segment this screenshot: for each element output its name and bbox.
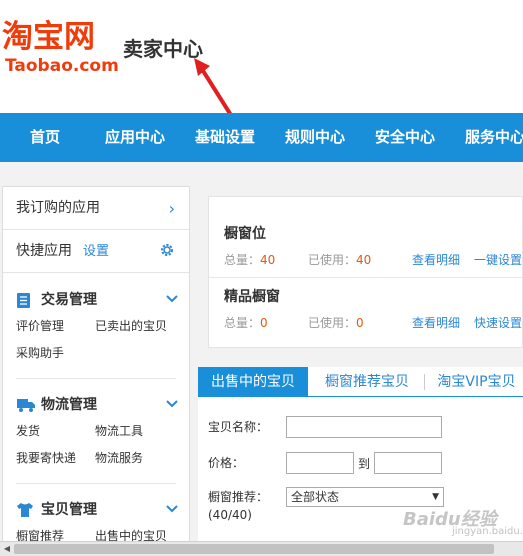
subscribed-apps-row[interactable]: 我订购的应用 ›: [3, 187, 189, 230]
section-divider: [16, 483, 176, 484]
trade-management-header[interactable]: 交易管理: [16, 289, 186, 311]
showcase-slot-oneclick-link[interactable]: 一键设置: [474, 252, 522, 268]
nav-service-center[interactable]: 服务中心: [465, 113, 523, 162]
tab-vip-items[interactable]: 淘宝VIP宝贝: [430, 367, 523, 397]
premium-showcase-title: 精品橱窗: [224, 289, 280, 305]
logistics-management-title: 物流管理: [41, 397, 97, 413]
nav-rules-center[interactable]: 规则中心: [285, 113, 345, 162]
chevron-down-icon: [166, 400, 178, 408]
showcase-slot-detail-link[interactable]: 查看明细: [412, 252, 460, 268]
horizontal-scrollbar[interactable]: ◀: [0, 541, 523, 556]
price-to-label: 到: [358, 457, 371, 471]
quick-apps-row: 快捷应用 设置: [3, 230, 189, 273]
showcase-slot-total: 总量：40: [224, 253, 276, 267]
nav-basic-settings[interactable]: 基础设置: [195, 113, 255, 162]
baidu-watermark-url: jingyan.baidu.com: [452, 526, 523, 537]
chevron-down-icon: [166, 505, 178, 513]
sidebar-link-logistics-service[interactable]: 物流服务: [95, 450, 143, 466]
premium-showcase-used: 已使用：0: [308, 316, 364, 330]
item-tabs: 出售中的宝贝 橱窗推荐宝贝 淘宝VIP宝贝: [198, 367, 523, 397]
sidebar-link-ship[interactable]: 发货: [16, 423, 40, 439]
showcase-slot-used: 已使用：40: [308, 253, 372, 267]
showcase-summary-card: 橱窗位 总量：40 已使用：40 查看明细 一键设置 精品橱窗 总量：0 已使用…: [208, 196, 523, 348]
main-nav: 首页 应用中心 基础设置 规则中心 安全中心 服务中心: [0, 113, 523, 162]
showcase-status-select[interactable]: 全部状态 ▼: [286, 487, 444, 507]
sidebar-link-reviews[interactable]: 评价管理: [16, 318, 64, 334]
card-divider: [209, 277, 523, 278]
sidebar-link-logistics-tools[interactable]: 物流工具: [95, 423, 143, 439]
document-list-icon: [17, 293, 30, 308]
dropdown-caret-icon: ▼: [432, 492, 439, 502]
taobao-logo-cn[interactable]: 淘宝网: [2, 18, 95, 56]
gear-icon[interactable]: [159, 242, 175, 258]
sidebar-link-sold-items[interactable]: 已卖出的宝贝: [95, 318, 167, 334]
premium-showcase-quick-link[interactable]: 快速设置: [474, 315, 522, 331]
nav-app-center[interactable]: 应用中心: [105, 113, 165, 162]
showcase-filter-label: 橱窗推荐：: [208, 490, 269, 504]
nav-home[interactable]: 首页: [30, 113, 60, 162]
price-min-input[interactable]: [286, 452, 354, 474]
premium-showcase-detail-link[interactable]: 查看明细: [412, 315, 460, 331]
tab-items-on-sale[interactable]: 出售中的宝贝: [198, 367, 308, 397]
site-header: 淘宝网 Taobao.com 卖家中心: [0, 0, 523, 122]
taobao-logo-en[interactable]: Taobao.com: [5, 56, 119, 76]
tab-showcase-recommended[interactable]: 橱窗推荐宝贝: [314, 367, 420, 397]
premium-showcase-total: 总量：0: [224, 316, 268, 330]
quick-apps-label: 快捷应用: [16, 243, 72, 259]
scroll-left-icon[interactable]: ◀: [0, 542, 14, 556]
nav-security-center[interactable]: 安全中心: [375, 113, 435, 162]
scrollbar-thumb[interactable]: [14, 544, 494, 554]
left-sidebar: 我订购的应用 › 快捷应用 设置 交易管理 评价管理 已卖出的宝贝 采购助手 物…: [2, 186, 190, 556]
trade-management-title: 交易管理: [41, 292, 97, 308]
item-name-input[interactable]: [286, 416, 442, 438]
showcase-slot-title: 橱窗位: [224, 226, 266, 242]
logistics-management-header[interactable]: 物流管理: [16, 394, 186, 416]
subscribed-apps-label: 我订购的应用: [16, 200, 100, 216]
quick-apps-settings-link[interactable]: 设置: [83, 230, 109, 273]
price-label: 价格：: [208, 456, 245, 470]
section-divider: [16, 378, 176, 379]
showcase-count: (40/40): [208, 508, 252, 522]
sidebar-link-send-express[interactable]: 我要寄快递: [16, 450, 76, 466]
chevron-right-icon: ›: [168, 199, 175, 218]
truck-icon: [17, 399, 35, 412]
item-name-label: 宝贝名称：: [208, 420, 269, 434]
tshirt-icon: [17, 503, 33, 517]
sidebar-link-purchase-assistant[interactable]: 采购助手: [16, 345, 64, 361]
item-management-header[interactable]: 宝贝管理: [16, 499, 186, 521]
tab-separator: [424, 374, 425, 390]
item-management-title: 宝贝管理: [41, 502, 97, 518]
chevron-down-icon: [166, 295, 178, 303]
price-max-input[interactable]: [374, 452, 442, 474]
